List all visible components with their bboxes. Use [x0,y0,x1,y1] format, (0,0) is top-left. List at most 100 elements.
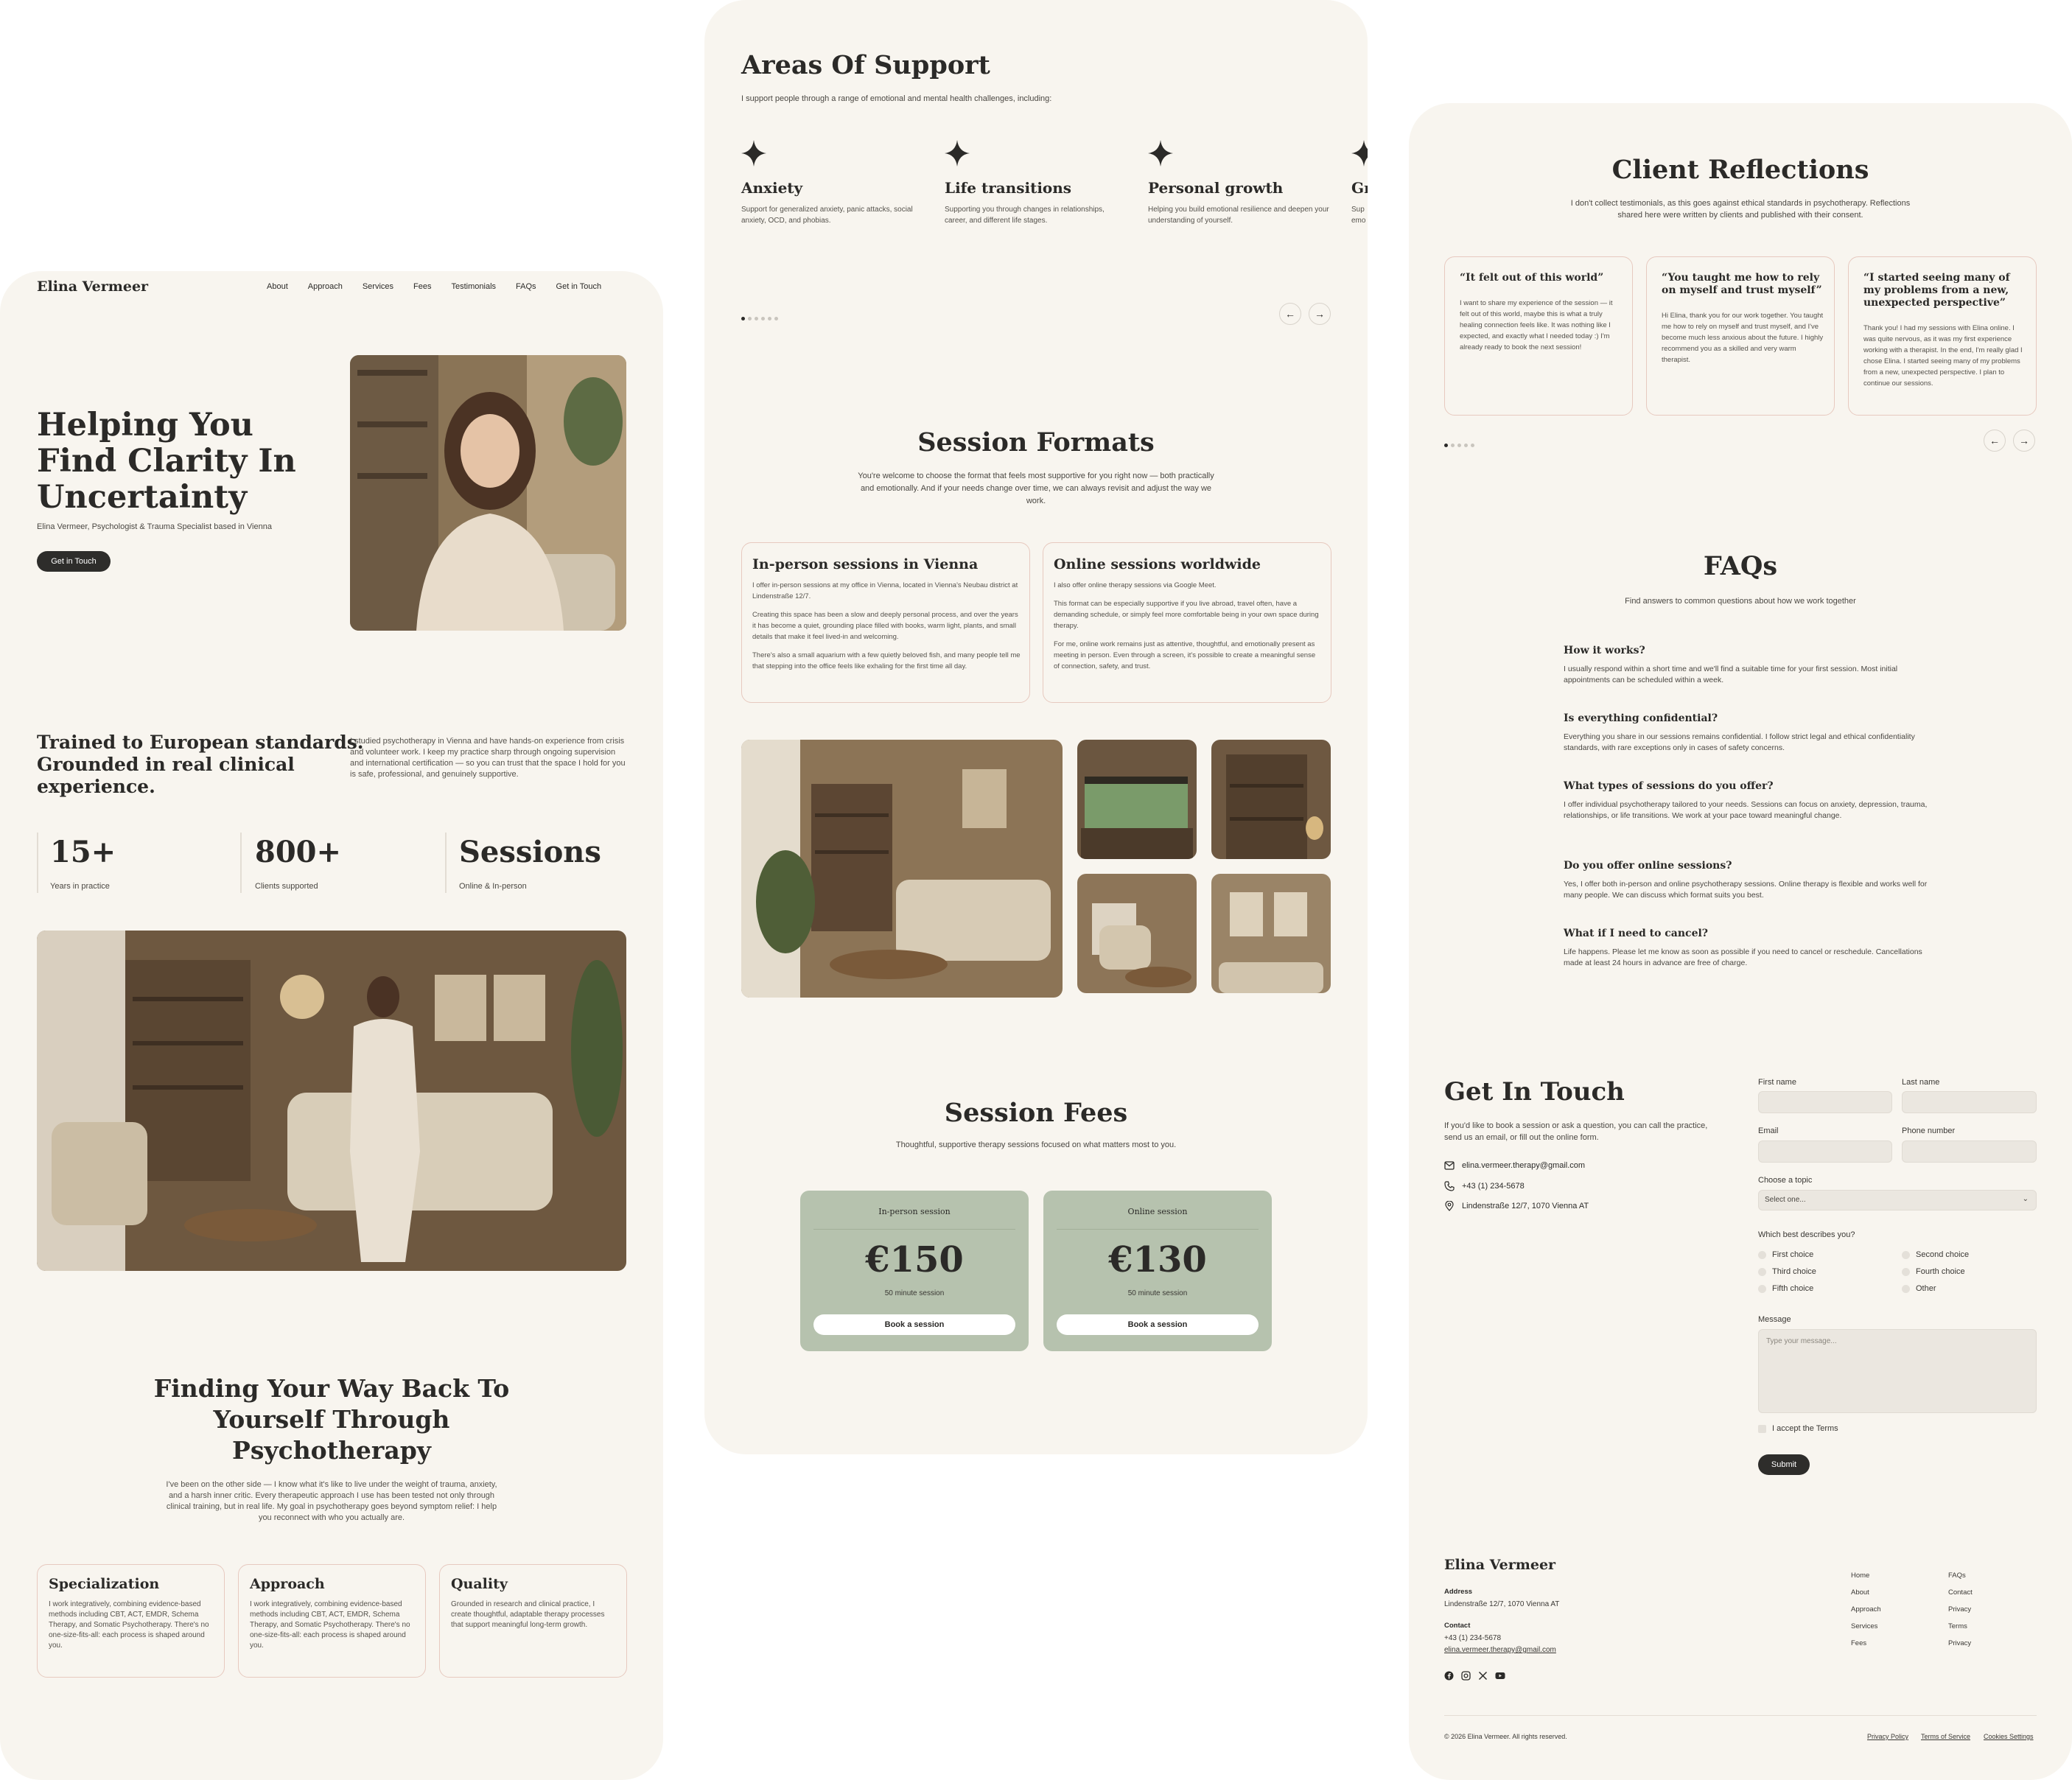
submit-button[interactable]: Submit [1758,1454,1810,1475]
next-arrow-icon[interactable]: → [2013,430,2035,452]
stat-divider [240,833,242,893]
fee-price: €130 [1108,1239,1207,1280]
footer-link-privacy[interactable]: Privacy [1948,1605,1971,1613]
brand-logo[interactable]: Elina Vermeer [37,278,148,295]
radio-third-choice[interactable]: Third choice [1758,1267,1816,1276]
faq-question[interactable]: What if I need to cancel? [1564,928,1932,939]
topic-select[interactable]: Select one... ⌄ [1758,1190,2037,1210]
faq-item[interactable]: Do you offer online sessions? Yes, I off… [1564,860,1932,928]
terms-checkbox[interactable]: I accept the Terms [1758,1424,1838,1433]
first-name-input[interactable] [1758,1091,1892,1113]
card-title: Quality [451,1576,508,1592]
faq-item[interactable]: How it works? I usually respond within a… [1564,645,1932,712]
youtube-icon[interactable] [1495,1671,1505,1681]
cookies-settings-link[interactable]: Cookies Settings [1984,1733,2034,1740]
footer-link-approach[interactable]: Approach [1851,1605,1881,1613]
stat-sessions-label: Online & In-person [459,882,527,891]
prev-arrow-icon[interactable]: ← [1984,430,2006,452]
describes-label: Which best describes you? [1758,1230,1855,1239]
carousel-dots[interactable] [741,311,781,324]
bookshelf-photo [1211,740,1331,859]
radio-other[interactable]: Other [1902,1284,1936,1293]
fee-duration: 50 minute session [884,1289,945,1297]
privacy-policy-link[interactable]: Privacy Policy [1867,1733,1908,1740]
footer-brand[interactable]: Elina Vermeer [1444,1557,1555,1573]
book-session-button[interactable]: Book a session [813,1314,1015,1335]
faq-question[interactable]: How it works? [1564,645,1932,656]
message-textarea[interactable]: Type your message... [1758,1329,2037,1413]
chevron-down-icon: ⌄ [2022,1195,2029,1203]
footer-email[interactable]: elina.vermeer.therapy@gmail.com [1444,1646,1556,1654]
footer-link-privacy-2[interactable]: Privacy [1948,1639,1971,1647]
faq-answer: Yes, I offer both in-person and online p… [1564,880,1928,900]
stat-years-value: 15+ [50,835,116,869]
fees-subtitle: Thoughtful, supportive therapy sessions … [895,1140,1177,1149]
nav-approach[interactable]: Approach [308,282,343,291]
nav-faqs[interactable]: FAQs [516,282,536,291]
specialization-card: Specialization I work integratively, com… [37,1564,225,1678]
reflections-title: Client Reflections [1611,155,1869,185]
fees-title: Session Fees [944,1098,1128,1128]
faq-item[interactable]: Is everything confidential? Everything y… [1564,712,1932,780]
faq-question[interactable]: Is everything confidential? [1564,712,1932,724]
radio-first-choice[interactable]: First choice [1758,1250,1813,1259]
footer-phone[interactable]: +43 (1) 234-5678 [1444,1634,1501,1642]
area-partial: Gr Sup emo [1351,140,1368,226]
footer-link-about[interactable]: About [1851,1588,1869,1597]
nav-fees[interactable]: Fees [413,282,431,291]
card-text: I work integratively, combining evidence… [49,1600,209,1650]
radio-second-choice[interactable]: Second choice [1902,1250,1969,1259]
next-arrow-icon[interactable]: → [1309,303,1331,325]
contact-text: If you'd like to book a session or ask a… [1444,1121,1708,1142]
email-input[interactable] [1758,1140,1892,1163]
get-in-touch-button[interactable]: Get in Touch [37,551,111,572]
reflection-carousel-dots[interactable] [1444,438,1477,451]
faq-item[interactable]: What if I need to cancel? Life happens. … [1564,928,1932,995]
online-fee-card: Online session €130 50 minute session Bo… [1043,1191,1272,1351]
contact-phone[interactable]: +43 (1) 234-5678 [1444,1181,1525,1191]
x-icon[interactable] [1478,1671,1488,1681]
nav-get-in-touch[interactable]: Get in Touch [556,282,602,291]
fee-divider [1057,1229,1259,1230]
footer-link-services[interactable]: Services [1851,1622,1877,1630]
faq-answer: Everything you share in our sessions rem… [1564,732,1915,752]
facebook-icon[interactable] [1444,1671,1454,1681]
mail-icon [1444,1161,1455,1170]
last-name-input[interactable] [1902,1091,2037,1113]
first-name-label: First name [1758,1078,1796,1087]
phone-icon [1444,1181,1455,1191]
contact-email[interactable]: elina.vermeer.therapy@gmail.com [1444,1161,1585,1170]
faq-question[interactable]: Do you offer online sessions? [1564,860,1932,872]
card-text: I work integratively, combining evidence… [250,1600,410,1650]
footer-link-faqs[interactable]: FAQs [1948,1571,1966,1580]
stat-years-label: Years in practice [50,882,110,891]
book-session-button[interactable]: Book a session [1057,1314,1259,1335]
footer-link-home[interactable]: Home [1851,1571,1869,1580]
area-text: Supporting you through changes in relati… [945,206,1105,225]
card-title: In-person sessions in Vienna [752,556,979,572]
fee-label: In-person session [878,1207,951,1216]
radio-fourth-choice[interactable]: Fourth choice [1902,1267,1965,1276]
footer-link-terms[interactable]: Terms [1948,1622,1967,1630]
footer-link-contact[interactable]: Contact [1948,1588,1973,1597]
nav-services[interactable]: Services [363,282,393,291]
nav-about[interactable]: About [267,282,288,291]
area-text: Helping you build emotional resilience a… [1148,206,1329,225]
online-format-card: Online sessions worldwide I also offer o… [1043,542,1331,703]
nav-testimonials[interactable]: Testimonials [452,282,497,291]
reflections-subtitle: I don't collect testimonials, as this go… [1570,199,1911,220]
footer-address-label: Address [1444,1588,1473,1596]
card-title: Approach [250,1576,325,1592]
prev-arrow-icon[interactable]: ← [1279,303,1301,325]
terms-of-service-link[interactable]: Terms of Service [1921,1733,1970,1740]
therapist-living-room-photo [37,931,626,1271]
phone-input[interactable] [1902,1140,2037,1163]
faq-question[interactable]: What types of sessions do you offer? [1564,780,1932,792]
radio-fifth-choice[interactable]: Fifth choice [1758,1284,1813,1293]
reflection-card: “I started seeing many of my problems fr… [1848,256,2037,416]
area-text: Sup emo [1351,206,1366,225]
faq-item[interactable]: What types of sessions do you offer? I o… [1564,780,1932,860]
instagram-icon[interactable] [1461,1671,1471,1681]
area-title: Anxiety [741,179,803,197]
footer-link-fees[interactable]: Fees [1851,1639,1866,1647]
